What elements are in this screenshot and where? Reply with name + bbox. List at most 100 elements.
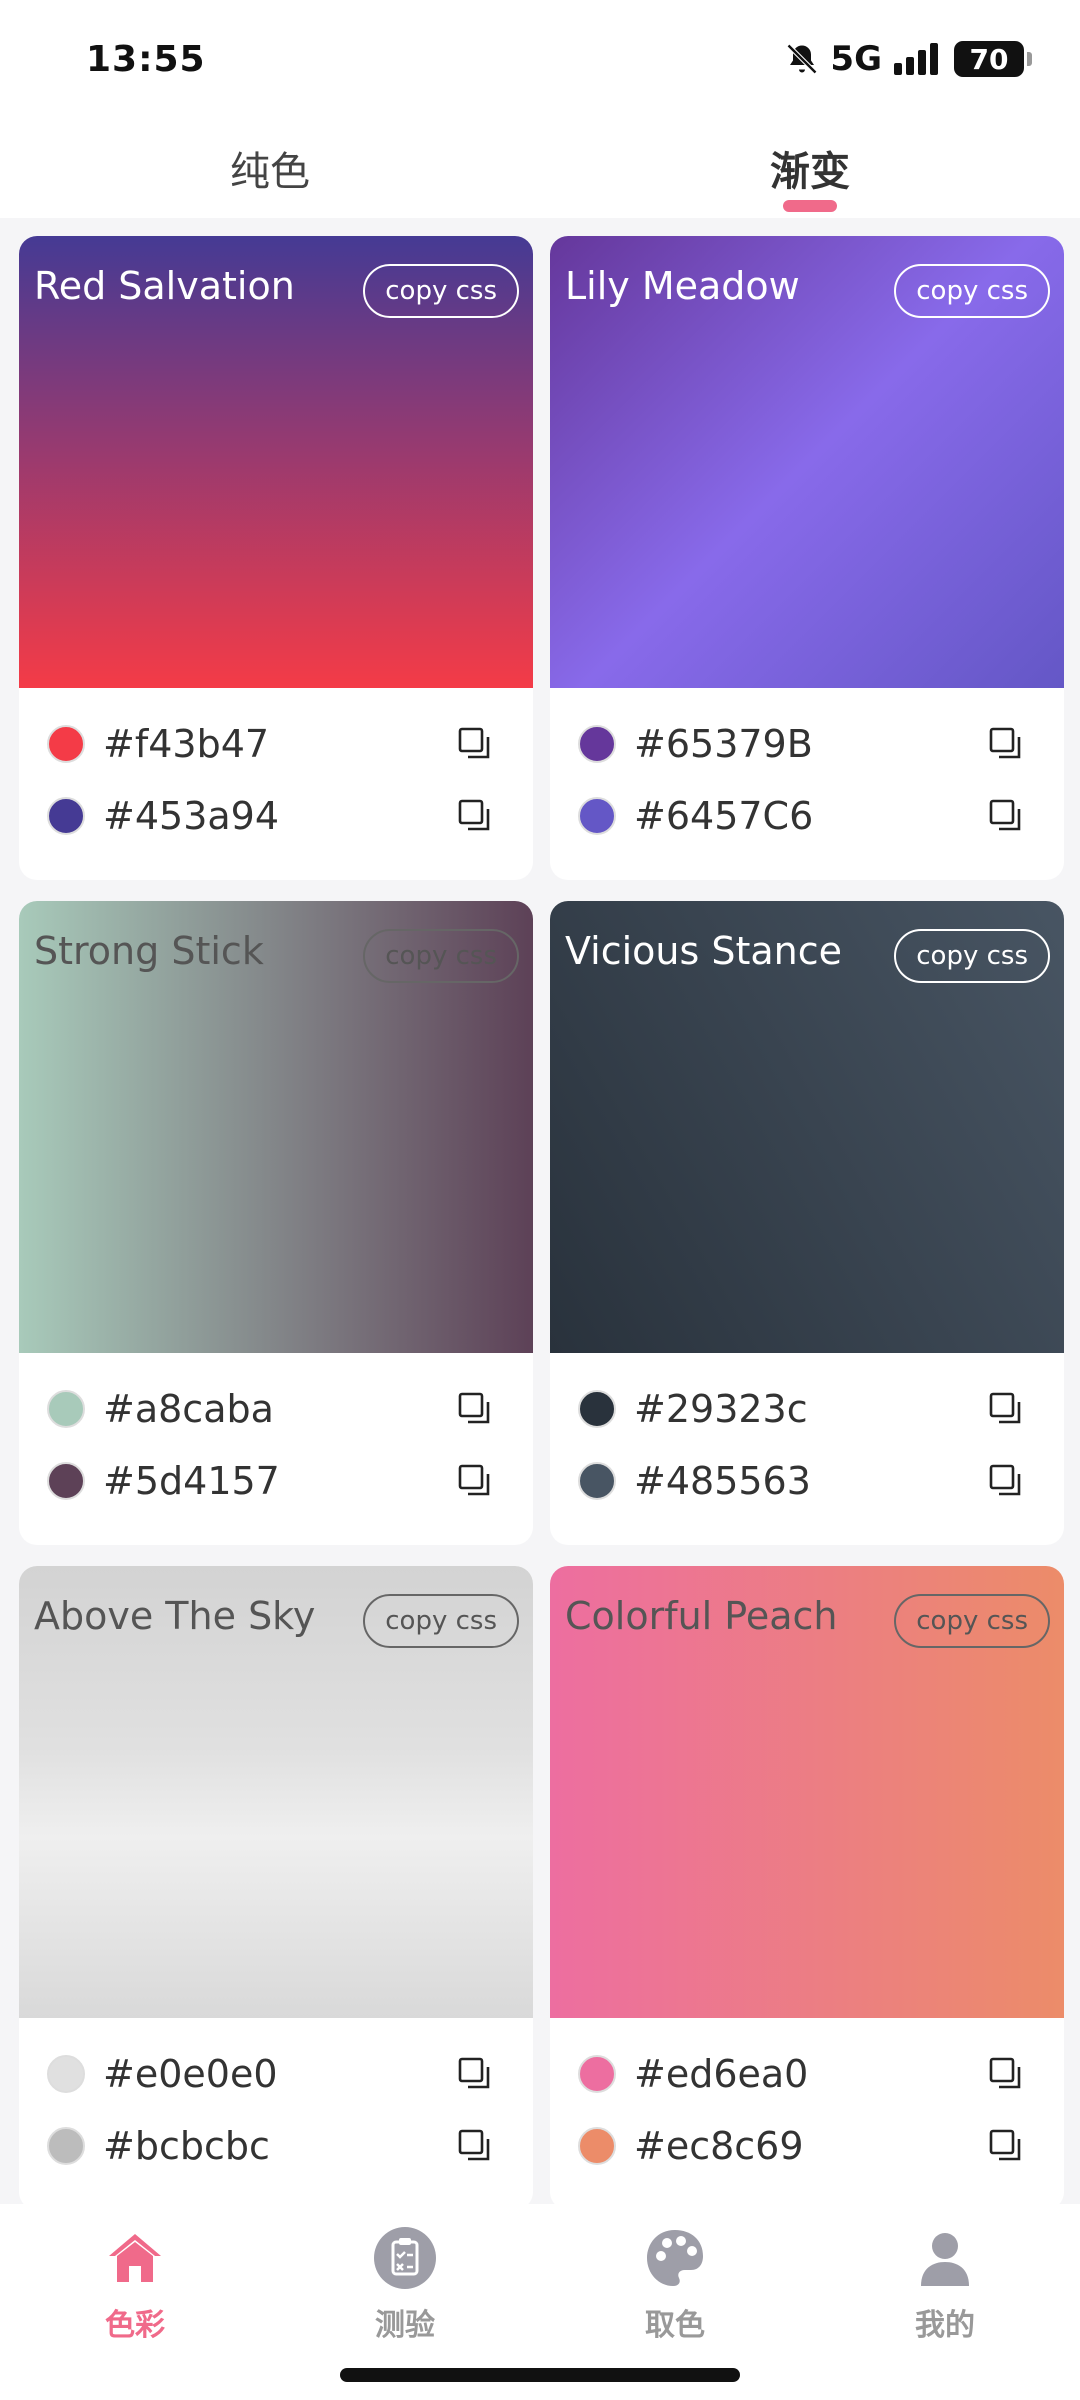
gradient-card[interactable]: Red Salvation copy css #f43b47 #453a94 (19, 236, 533, 880)
color-dot (47, 725, 85, 763)
gradient-swatch: Colorful Peach copy css (550, 1566, 1064, 2018)
hex-value: #485563 (634, 1459, 811, 1503)
status-time: 13:55 (86, 38, 206, 80)
tab-label: 纯色 (230, 149, 310, 195)
color-dot (578, 725, 616, 763)
color-row: #453a94 (19, 780, 533, 852)
color-dot (578, 2127, 616, 2165)
color-row: #e0e0e0 (19, 2038, 533, 2110)
color-list: #29323c #485563 (550, 1353, 1064, 1517)
copy-css-button[interactable]: copy css (363, 929, 519, 983)
copy-css-button[interactable]: copy css (894, 264, 1050, 318)
copy-css-button[interactable]: copy css (363, 1594, 519, 1648)
copy-icon[interactable] (986, 2054, 1026, 2094)
color-row: #5d4157 (19, 1445, 533, 1517)
gradient-swatch: Vicious Stance copy css (550, 901, 1064, 1353)
clipboard-icon (374, 2227, 436, 2289)
battery-icon: 70 (954, 41, 1032, 77)
nav-label: 我的 (915, 2308, 975, 2343)
color-list: #e0e0e0 #bcbcbc (19, 2018, 533, 2182)
copy-icon[interactable] (455, 796, 495, 836)
nav-item-profile[interactable]: 我的 (810, 2204, 1080, 2400)
gradient-swatch: Lily Meadow copy css (550, 236, 1064, 688)
color-list: #f43b47 #453a94 (19, 688, 533, 852)
gradient-swatch: Strong Stick copy css (19, 901, 533, 1353)
gradient-title: Above The Sky (34, 1594, 316, 1638)
gradient-title: Lily Meadow (565, 264, 800, 308)
copy-icon[interactable] (986, 2126, 1026, 2166)
color-row: #65379B (550, 708, 1064, 780)
copy-css-button[interactable]: copy css (894, 929, 1050, 983)
hex-value: #f43b47 (103, 722, 270, 766)
copy-css-button[interactable]: copy css (363, 264, 519, 318)
tab-label: 渐变 (770, 149, 850, 195)
color-row: #ed6ea0 (550, 2038, 1064, 2110)
tab-bar: 纯色 渐变 (0, 118, 1080, 218)
gradient-card[interactable]: Colorful Peach copy css #ed6ea0 #ec8c69 (550, 1566, 1064, 2206)
color-list: #65379B #6457C6 (550, 688, 1064, 852)
nav-label: 取色 (645, 2308, 705, 2343)
gradient-card[interactable]: Vicious Stance copy css #29323c #485563 (550, 901, 1064, 1545)
gradient-card[interactable]: Lily Meadow copy css #65379B #6457C6 (550, 236, 1064, 880)
hex-value: #a8caba (103, 1387, 274, 1431)
hex-value: #29323c (634, 1387, 808, 1431)
color-row: #6457C6 (550, 780, 1064, 852)
nav-label: 测验 (375, 2308, 435, 2343)
color-list: #ed6ea0 #ec8c69 (550, 2018, 1064, 2182)
nav-label: 色彩 (105, 2308, 165, 2343)
copy-icon[interactable] (455, 2054, 495, 2094)
color-dot (47, 2127, 85, 2165)
tab-active-indicator (783, 200, 837, 212)
copy-css-button[interactable]: copy css (894, 1594, 1050, 1648)
hex-value: #ec8c69 (634, 2124, 804, 2168)
color-dot (578, 1390, 616, 1428)
color-dot (578, 797, 616, 835)
copy-icon[interactable] (455, 2126, 495, 2166)
gradient-title: Vicious Stance (565, 929, 843, 973)
copy-icon[interactable] (986, 1461, 1026, 1501)
color-dot (47, 2055, 85, 2093)
nav-item-colors[interactable]: 色彩 (0, 2204, 270, 2400)
signal-icon (894, 43, 938, 75)
color-row: #bcbcbc (19, 2110, 533, 2182)
status-icons: 5G 70 (784, 39, 1032, 79)
gradient-swatch: Red Salvation copy css (19, 236, 533, 688)
gradient-title: Strong Stick (34, 929, 264, 973)
network-type: 5G (830, 39, 882, 79)
copy-icon[interactable] (986, 1389, 1026, 1429)
color-row: #f43b47 (19, 708, 533, 780)
tab-solid[interactable]: 纯色 (0, 118, 540, 218)
gradient-card[interactable]: Above The Sky copy css #e0e0e0 #bcbcbc (19, 1566, 533, 2206)
palette-icon (647, 2230, 703, 2286)
color-dot (578, 1462, 616, 1500)
hex-value: #453a94 (103, 794, 280, 838)
gradient-title: Red Salvation (34, 264, 295, 308)
status-bar: 13:55 5G 70 (0, 0, 1080, 118)
user-icon (921, 2233, 969, 2286)
home-indicator (340, 2368, 740, 2382)
gradient-title: Colorful Peach (565, 1594, 838, 1638)
color-row: #a8caba (19, 1373, 533, 1445)
hex-value: #65379B (634, 722, 813, 766)
gradient-grid: Red Salvation copy css #f43b47 #453a94 Lily … (19, 236, 1065, 2206)
hex-value: #e0e0e0 (103, 2052, 278, 2096)
hex-value: #5d4157 (103, 1459, 280, 1503)
color-row: #ec8c69 (550, 2110, 1064, 2182)
hex-value: #ed6ea0 (634, 2052, 809, 2096)
color-list: #a8caba #5d4157 (19, 1353, 533, 1517)
color-dot (47, 1462, 85, 1500)
color-dot (578, 2055, 616, 2093)
color-dot (47, 797, 85, 835)
gradient-card[interactable]: Strong Stick copy css #a8caba #5d4157 (19, 901, 533, 1545)
copy-icon[interactable] (455, 1461, 495, 1501)
copy-icon[interactable] (455, 1389, 495, 1429)
tab-gradient[interactable]: 渐变 (540, 118, 1080, 218)
copy-icon[interactable] (986, 724, 1026, 764)
gradient-swatch: Above The Sky copy css (19, 1566, 533, 2018)
color-row: #485563 (550, 1445, 1064, 1517)
copy-icon[interactable] (455, 724, 495, 764)
copy-icon[interactable] (986, 796, 1026, 836)
home-icon (109, 2234, 161, 2282)
color-row: #29323c (550, 1373, 1064, 1445)
hex-value: #6457C6 (634, 794, 814, 838)
